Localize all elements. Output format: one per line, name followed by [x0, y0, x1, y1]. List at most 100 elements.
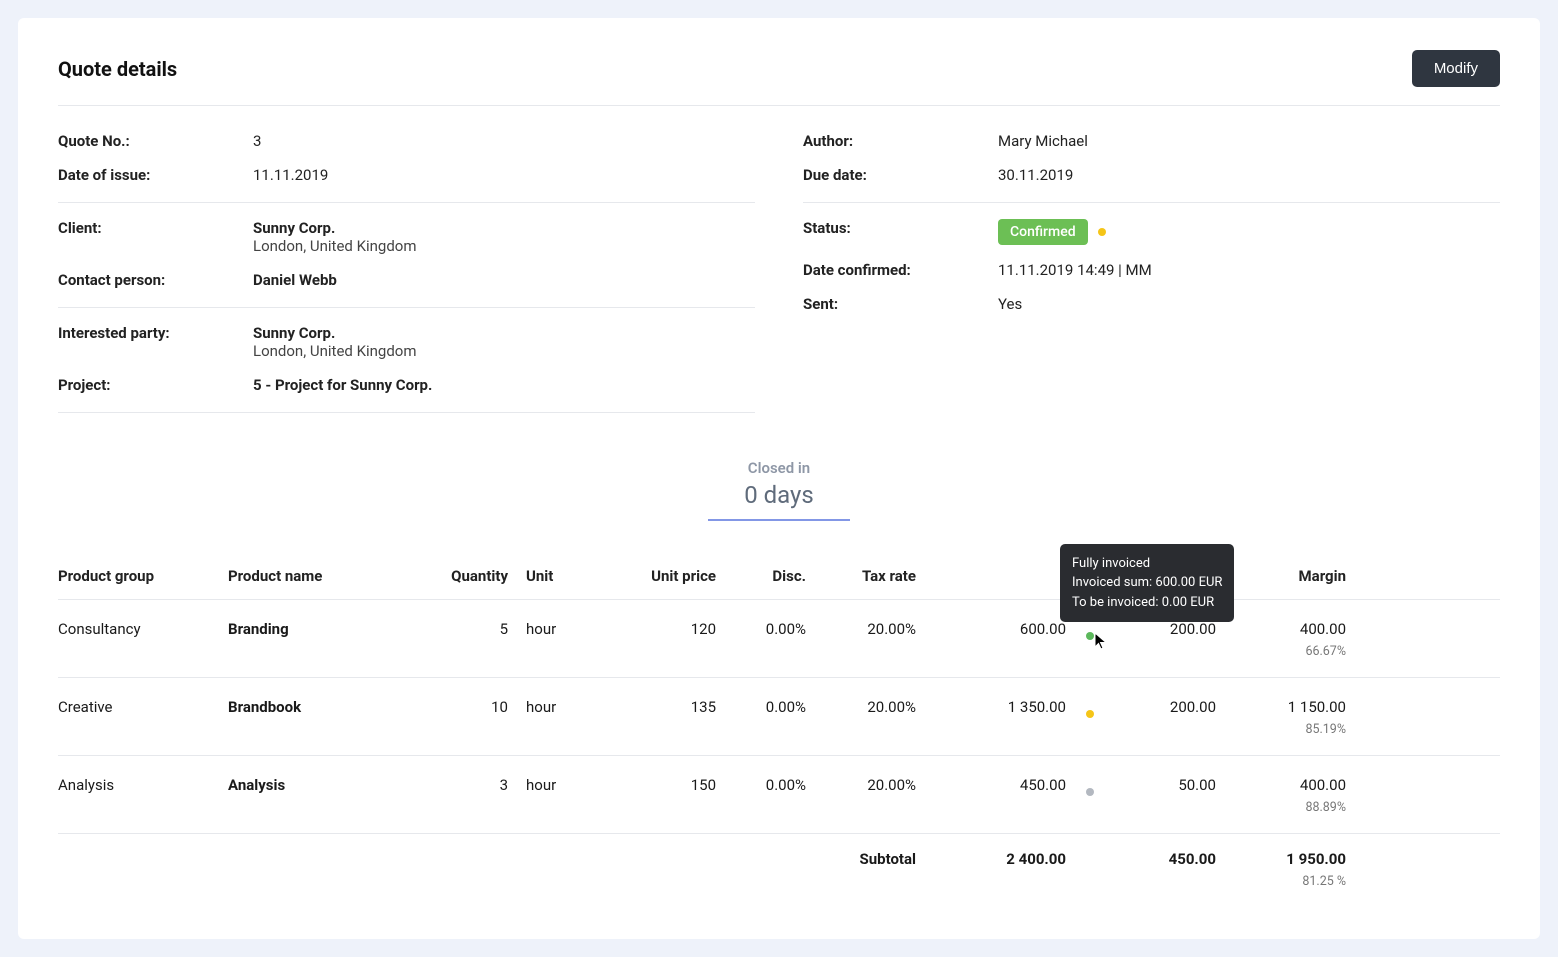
subtotal-margin-cell: 1 950.00 81.25 % — [1286, 850, 1346, 889]
cell-disc: 0.00% — [766, 776, 806, 794]
date-confirmed-label: Date confirmed: — [803, 261, 998, 279]
cell-product-name: Brandbook — [228, 698, 438, 716]
table-row: CreativeBrandbook 10hour 135 0.00% 20.00% 1 3… — [58, 678, 1500, 756]
th-disc: Disc. — [772, 567, 806, 585]
modify-button[interactable]: Modify — [1412, 50, 1500, 87]
right-block-1: Author: Mary Michael Due date: 30.11.201… — [803, 124, 1500, 203]
cell-quantity: 5 — [500, 620, 508, 638]
table-header-row: Product group Product name Quantity Unit… — [58, 553, 1500, 600]
details-left-col: Quote No.: 3 Date of issue: 11.11.2019 C… — [58, 124, 755, 421]
cell-tax-rate: 20.00% — [867, 698, 916, 716]
cell-quantity: 3 — [500, 776, 508, 794]
cell-product-group: Creative — [58, 698, 228, 716]
project-label: Project: — [58, 376, 253, 394]
cell-unit: hour — [508, 620, 586, 638]
closed-in-wrap: Closed in 0 days — [58, 459, 1500, 521]
quote-no-label: Quote No.: — [58, 132, 253, 150]
cell-margin: 1 150.00 — [1288, 698, 1346, 716]
date-issue-value: 11.11.2019 — [253, 166, 755, 184]
invoice-status-dot-icon — [1086, 788, 1094, 796]
cell-invoice-dot[interactable] — [1066, 776, 1094, 800]
status-value-wrap: Confirmed — [998, 219, 1500, 245]
cell-cost: 200.00 — [1170, 698, 1216, 716]
th-margin: Margin — [1299, 567, 1346, 585]
cell-product-group: Analysis — [58, 776, 228, 794]
cell-tax-rate: 20.00% — [867, 620, 916, 638]
th-product-name: Product name — [228, 567, 438, 585]
project-value: 5 - Project for Sunny Corp. — [253, 376, 755, 394]
author-value: Mary Michael — [998, 132, 1500, 150]
th-unit: Unit — [508, 567, 586, 585]
tooltip-line1: Fully invoiced — [1072, 554, 1222, 574]
cell-unit-price: 120 — [691, 620, 716, 638]
tooltip-line2: Invoiced sum: 600.00 EUR — [1072, 573, 1222, 593]
subtotal-margin-pct: 81.25 % — [1286, 874, 1346, 889]
closed-in-card: Closed in 0 days — [708, 459, 850, 521]
interested-location: London, United Kingdom — [253, 342, 417, 360]
table-row: AnalysisAnalysis 3hour 150 0.00% 20.00% 450.0… — [58, 756, 1500, 834]
cell-margin: 400.00 — [1300, 620, 1346, 638]
subtotal-cost: 450.00 — [1169, 850, 1216, 868]
th-tax-rate: Tax rate — [862, 567, 916, 585]
cell-disc: 0.00% — [766, 620, 806, 638]
table-row: ConsultancyBranding5hour1200.00%20.00%60… — [58, 600, 1500, 678]
tooltip-line3: To be invoiced: 0.00 EUR — [1072, 593, 1222, 613]
sent-label: Sent: — [803, 295, 998, 313]
cell-product-name: Analysis — [228, 776, 438, 794]
closed-in-value: 0 days — [744, 481, 814, 509]
page-title: Quote details — [58, 57, 177, 81]
cell-product-name: Branding — [228, 620, 438, 638]
cell-sum: 1 350.00 — [1008, 698, 1066, 716]
invoice-status-tooltip: Fully invoicedInvoiced sum: 600.00 EURTo… — [1060, 544, 1234, 623]
invoice-status-dot-icon — [1086, 710, 1094, 718]
cell-margin-wrap: 400.00 88.89% — [1300, 776, 1346, 815]
cell-unit: hour — [508, 776, 586, 794]
status-label: Status: — [803, 219, 998, 237]
author-label: Author: — [803, 132, 998, 150]
cell-disc: 0.00% — [766, 698, 806, 716]
client-label: Client: — [58, 219, 253, 237]
date-confirmed-value: 11.11.2019 14:49 | MM — [998, 261, 1500, 279]
cell-sum: 450.00 — [1020, 776, 1066, 794]
client-name: Sunny Corp. — [253, 219, 335, 237]
right-block-2: Status: Confirmed Date confirmed: 11.11.… — [803, 211, 1500, 331]
sent-value: Yes — [998, 295, 1500, 313]
cell-unit: hour — [508, 698, 586, 716]
date-issue-label: Date of issue: — [58, 166, 253, 184]
cell-unit-price: 150 — [691, 776, 716, 794]
cell-margin-pct: 85.19% — [1288, 722, 1346, 737]
cursor-icon — [1094, 632, 1108, 650]
cell-margin-wrap: 400.00 66.67% — [1300, 620, 1346, 659]
cell-quantity: 10 — [491, 698, 508, 716]
interested-label: Interested party: — [58, 324, 253, 342]
left-block-1: Quote No.: 3 Date of issue: 11.11.2019 — [58, 124, 755, 203]
cell-margin: 400.00 — [1300, 776, 1346, 794]
invoice-status-dot-icon — [1086, 632, 1094, 640]
left-block-2: Client: Sunny Corp. London, United Kingd… — [58, 211, 755, 308]
details-right-col: Author: Mary Michael Due date: 30.11.201… — [803, 124, 1500, 421]
left-block-3: Interested party: Sunny Corp. London, Un… — [58, 316, 755, 413]
table-footer-row: Subtotal 2 400.00 450.00 1 950.00 81.25 … — [58, 834, 1500, 903]
status-badge: Confirmed — [998, 219, 1088, 245]
cell-unit-price: 135 — [691, 698, 716, 716]
cell-tax-rate: 20.00% — [867, 776, 916, 794]
quote-no-value: 3 — [253, 132, 755, 150]
subtotal-margin: 1 950.00 — [1286, 850, 1346, 868]
details-grid: Quote No.: 3 Date of issue: 11.11.2019 C… — [58, 124, 1500, 421]
cell-cost: 50.00 — [1178, 776, 1216, 794]
quote-details-card: Quote details Modify Quote No.: 3 Date o… — [18, 18, 1540, 939]
cell-margin-pct: 66.67% — [1300, 644, 1346, 659]
due-date-value: 30.11.2019 — [998, 166, 1500, 184]
closed-in-label: Closed in — [744, 459, 814, 477]
cell-invoice-dot[interactable] — [1066, 698, 1094, 722]
cell-margin-pct: 88.89% — [1300, 800, 1346, 815]
th-quantity: Quantity — [451, 567, 508, 585]
client-location: London, United Kingdom — [253, 237, 417, 255]
contact-label: Contact person: — [58, 271, 253, 289]
cell-sum: 600.00 — [1020, 620, 1066, 638]
th-unit-price: Unit price — [651, 567, 716, 585]
th-product-group: Product group — [58, 567, 228, 585]
cell-invoice-dot[interactable]: Fully invoicedInvoiced sum: 600.00 EURTo… — [1066, 620, 1094, 644]
subtotal-label: Subtotal — [860, 850, 917, 868]
cell-cost: 200.00 — [1170, 620, 1216, 638]
